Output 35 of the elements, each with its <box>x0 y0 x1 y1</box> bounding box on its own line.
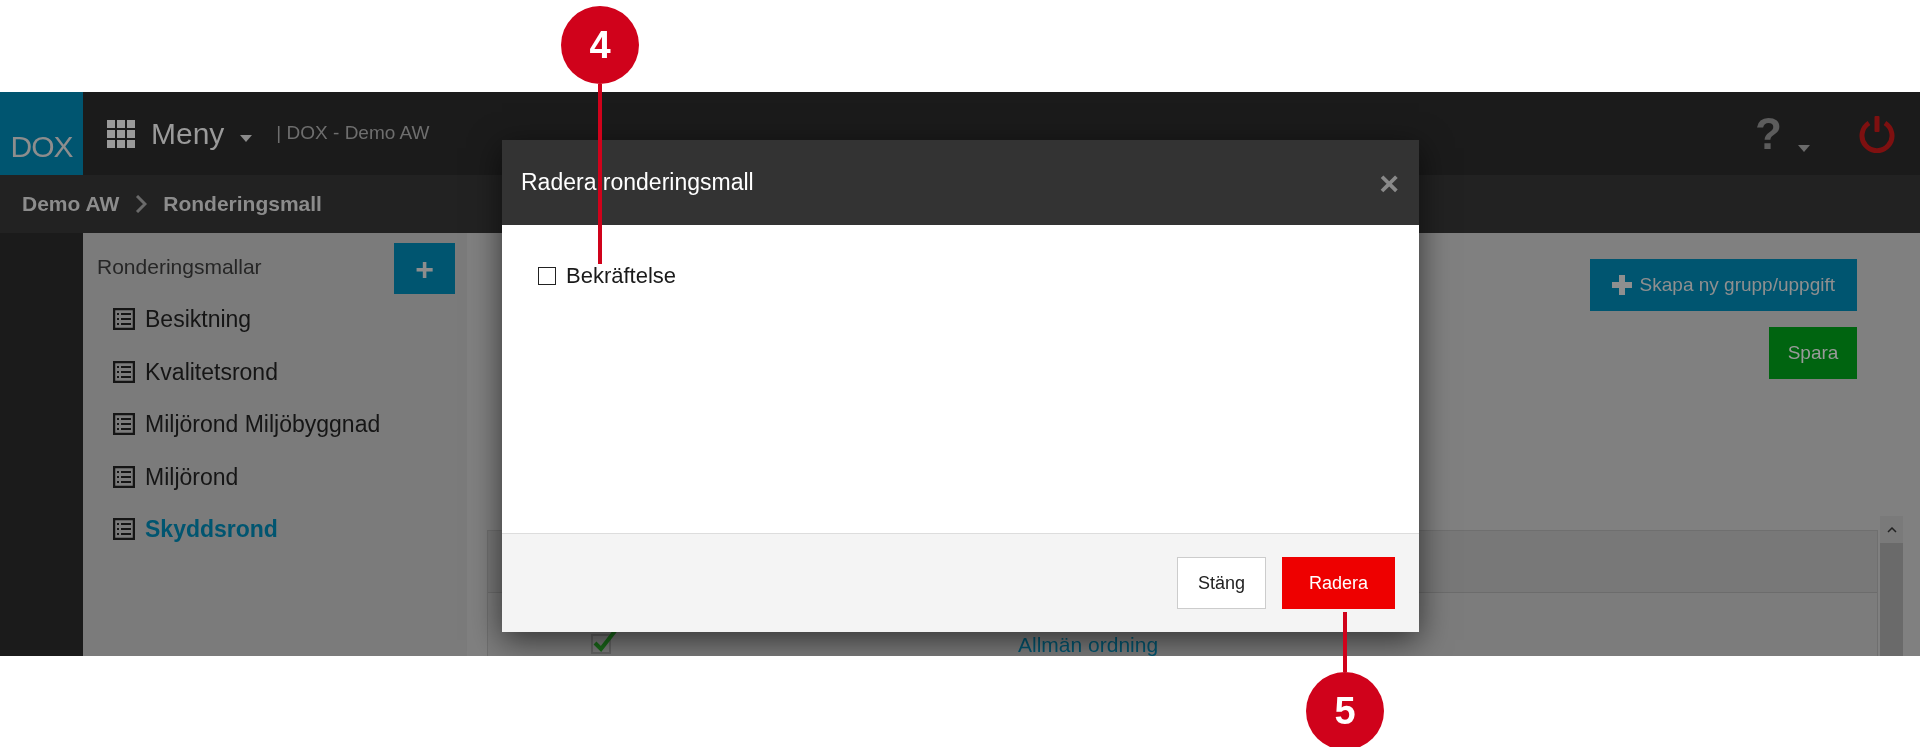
chevron-icon <box>135 195 148 213</box>
caret-icon <box>1798 144 1810 152</box>
sidebar-item[interactable]: Besiktning <box>113 302 455 337</box>
breadcrumb-link[interactable]: Demo AW <box>22 188 120 220</box>
sidebar-item[interactable]: Kvalitetsrond <box>113 354 455 389</box>
close-button[interactable]: Stäng <box>1176 557 1266 609</box>
add-button[interactable]: + <box>394 243 455 294</box>
save-button[interactable]: Spara <box>1769 327 1857 379</box>
power-button[interactable] <box>1858 114 1896 153</box>
grid-icon <box>107 119 135 148</box>
sidebar-item[interactable]: Miljörond Miljöbyggnad <box>113 407 455 442</box>
help-button[interactable]: ? <box>1755 111 1810 156</box>
list-icon <box>113 360 135 383</box>
caret-icon <box>240 135 253 142</box>
confirm-checkbox[interactable]: Bekräftelse <box>538 259 1383 292</box>
dialog-title: Radera ronderingsmall <box>521 168 754 198</box>
logo: DOX <box>0 92 83 175</box>
create-button[interactable]: Skapa ny grupp/uppgift <box>1589 259 1857 311</box>
breadcrumb-link[interactable]: Ronderingsmall <box>163 188 322 220</box>
sidebar-item[interactable]: Miljörond <box>113 459 455 494</box>
close-button[interactable]: × <box>1379 165 1399 200</box>
checked-checkbox-icon[interactable] <box>591 629 617 655</box>
power-icon <box>1858 114 1896 153</box>
list-icon <box>113 413 135 436</box>
plus-icon <box>1611 275 1632 295</box>
callout-marker: 4 <box>561 6 639 84</box>
scrollbar[interactable] <box>1880 516 1903 656</box>
list-icon <box>113 518 135 541</box>
list-icon <box>113 308 135 331</box>
sidebar-title: Ronderingsmallar <box>97 254 262 280</box>
callout-marker: 5 <box>1306 672 1384 747</box>
menu-button[interactable]: Meny <box>107 111 253 156</box>
delete-button[interactable]: Radera <box>1281 557 1395 609</box>
app-subtitle: | DOX - Demo AW <box>276 121 430 146</box>
list-icon <box>113 465 135 488</box>
